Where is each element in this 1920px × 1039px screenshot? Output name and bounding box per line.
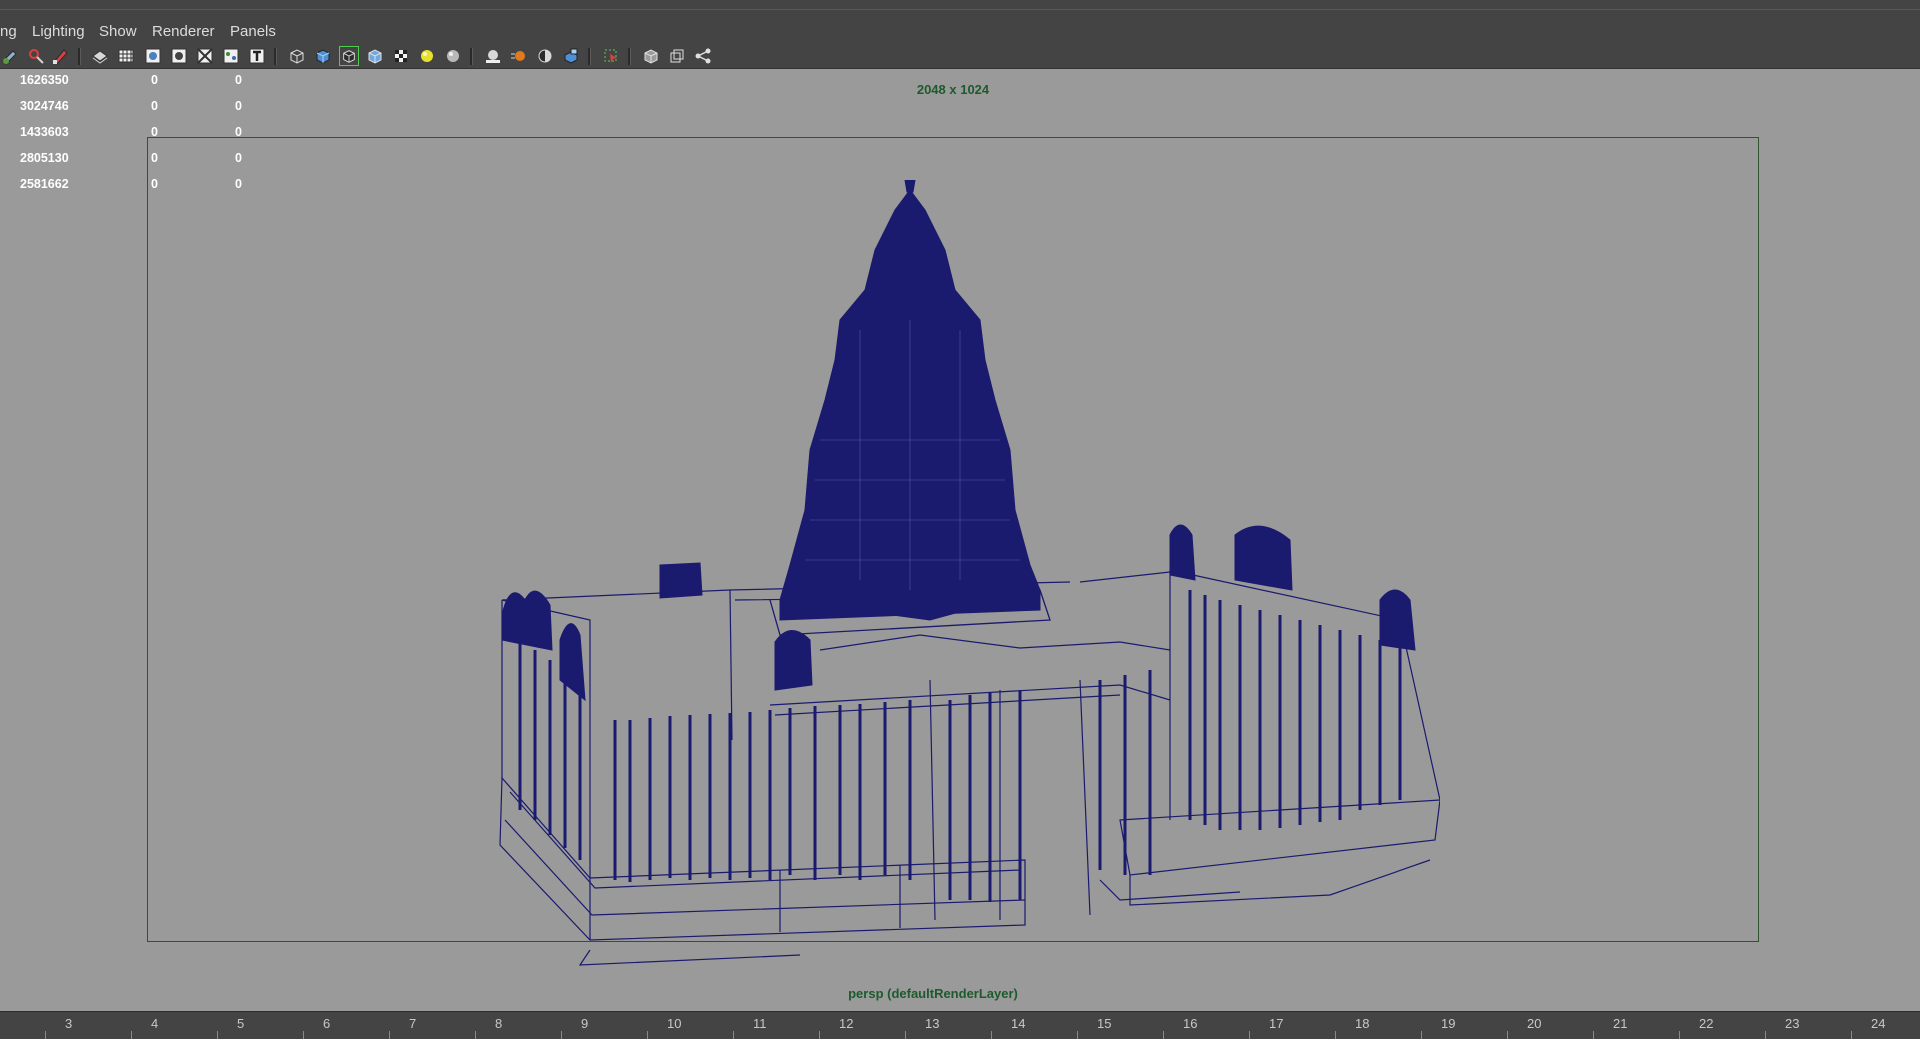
title-strip-divider	[0, 9, 1920, 10]
xray-components-icon[interactable]	[693, 46, 713, 66]
timeline-tick-label: 11	[753, 1016, 767, 1031]
menu-panels[interactable]: Panels	[230, 23, 276, 40]
toolbar-separator	[588, 48, 591, 65]
depth-of-field-icon[interactable]	[561, 46, 581, 66]
hud-value: 0	[151, 99, 158, 113]
image-plane-icon[interactable]	[90, 46, 110, 66]
wireframe-icon[interactable]	[287, 46, 307, 66]
wireframe-on-shaded-icon[interactable]	[339, 46, 359, 66]
smooth-shade-icon[interactable]	[313, 46, 333, 66]
menu-renderer[interactable]: Renderer	[152, 23, 215, 40]
menu-lighting[interactable]: Lighting	[32, 23, 85, 40]
shadows-icon[interactable]	[443, 46, 463, 66]
xray-icon[interactable]	[641, 46, 661, 66]
timeline-tick-label: 15	[1097, 1016, 1112, 1031]
isolate-select-icon[interactable]	[601, 46, 621, 66]
pillars-wireframe	[518, 590, 1402, 902]
toolbar-separator	[274, 48, 277, 65]
timeline-tick-label: 24	[1871, 1016, 1886, 1031]
field-chart-icon[interactable]	[221, 46, 241, 66]
timeline-tick-label: 21	[1613, 1016, 1628, 1031]
timeline-tick-label: 9	[581, 1016, 589, 1031]
use-all-lights-icon[interactable]	[417, 46, 437, 66]
panel-toolbar	[0, 44, 1920, 69]
timeline-tick-label: 18	[1355, 1016, 1370, 1031]
safe-action-icon[interactable]	[247, 46, 267, 66]
resolution-label: 2048 x 1024	[916, 82, 990, 97]
time-slider[interactable]: 3 4 5 6 7 8 9 10 11 12 13 14 15 16 17 18 19 20 21 22 23 24	[0, 1011, 1920, 1039]
xray-joints-icon[interactable]	[667, 46, 687, 66]
timeline-tick-label: 4	[151, 1016, 159, 1031]
grid-icon[interactable]	[116, 46, 136, 66]
hud-value: 1433603	[20, 125, 69, 139]
bookmark-icon[interactable]	[50, 46, 70, 66]
select-camera-icon[interactable]	[0, 46, 20, 66]
temple-wireframe-model[interactable]	[480, 180, 1440, 970]
menu-show[interactable]: Show	[99, 23, 137, 40]
hud-value: 2581662	[20, 177, 69, 191]
resolution-gate-icon[interactable]	[169, 46, 189, 66]
toolbar-separator	[628, 48, 631, 65]
motion-blur-icon[interactable]	[509, 46, 529, 66]
timeline-tick-label: 6	[323, 1016, 331, 1031]
anti-aliasing-icon[interactable]	[535, 46, 555, 66]
toolbar-separator	[78, 48, 81, 65]
timeline-tick-label: 16	[1183, 1016, 1198, 1031]
hud-value: 0	[235, 99, 242, 113]
textured-icon[interactable]	[391, 46, 411, 66]
camera-attributes-icon[interactable]	[26, 46, 46, 66]
panel-menubar: ng Lighting Show Renderer Panels	[0, 18, 1920, 44]
timeline-tick-label: 17	[1269, 1016, 1284, 1031]
timeline-tick-label: 13	[925, 1016, 940, 1031]
camera-label: persp (defaultRenderLayer)	[848, 986, 1018, 1001]
timeline-tick-label: 19	[1441, 1016, 1456, 1031]
hud-value: 3024746	[20, 99, 69, 113]
default-material-icon[interactable]	[365, 46, 385, 66]
toolbar-separator	[470, 48, 473, 65]
timeline-tick-label: 10	[667, 1016, 682, 1031]
timeline-tick-label: 5	[237, 1016, 245, 1031]
film-gate-icon[interactable]	[143, 46, 163, 66]
timeline-tick-label: 22	[1699, 1016, 1714, 1031]
hud-value: 2805130	[20, 151, 69, 165]
title-strip	[0, 0, 1920, 19]
timeline-tick-label: 14	[1011, 1016, 1026, 1031]
timeline-tick-label: 12	[839, 1016, 854, 1031]
screen-space-ao-icon[interactable]	[483, 46, 503, 66]
gate-mask-icon[interactable]	[195, 46, 215, 66]
timeline-tick-label: 7	[409, 1016, 417, 1031]
timeline-tick-label: 20	[1527, 1016, 1542, 1031]
menu-shading[interactable]: ng	[0, 23, 17, 40]
timeline-tick-label: 23	[1785, 1016, 1800, 1031]
timeline-tick-label: 3	[65, 1016, 73, 1031]
timeline-tick-label: 8	[495, 1016, 503, 1031]
